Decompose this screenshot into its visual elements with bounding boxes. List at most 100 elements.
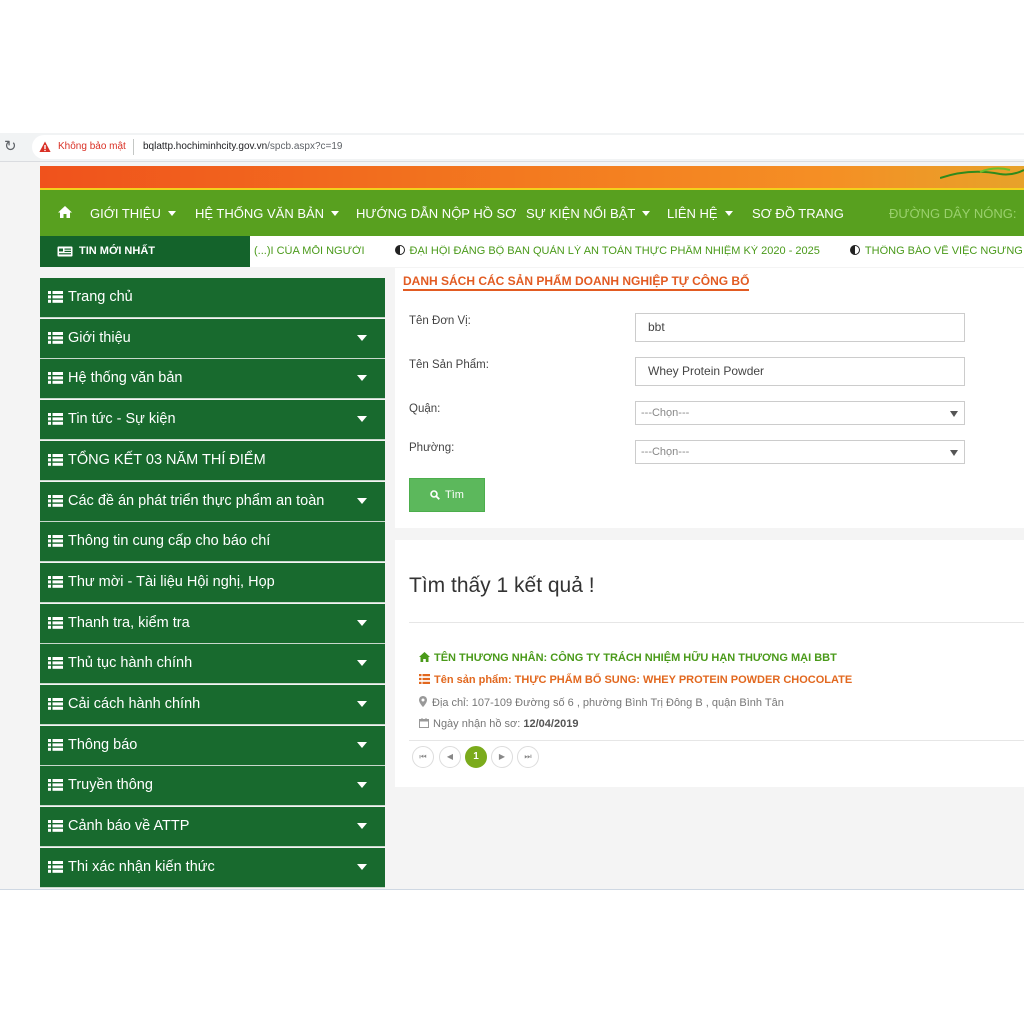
district-select[interactable]: ---Chọn---: [635, 401, 965, 425]
ticker-items: (...)I CỦA MỖI NGƯỜI ĐẠI HỘI ĐẢNG BỘ BAN …: [254, 245, 1024, 261]
ward-label: Phường:: [409, 442, 455, 454]
nav-gioi-thieu[interactable]: GIỚI THIỆU: [90, 206, 176, 222]
sidebar-item[interactable]: Truyền thông: [40, 766, 385, 807]
nav-su-kien-noi-bat[interactable]: SỰ KIỆN NỔI BẬT: [526, 206, 651, 222]
list-icon: [48, 413, 63, 425]
nav-lien-he[interactable]: LIÊN HỆ: [667, 206, 733, 222]
nav-label: SƠ ĐỒ TRANG: [752, 206, 844, 221]
warning-icon[interactable]: [39, 141, 51, 153]
chevron-down-icon: [357, 660, 367, 667]
chevron-down-icon: [357, 782, 367, 789]
nav-he-thong-van-ban[interactable]: HỆ THỐNG VĂN BẢN: [195, 206, 340, 222]
list-icon: [48, 657, 63, 670]
list-icon: [48, 535, 63, 547]
last-page-button[interactable]: ⏭: [517, 746, 539, 768]
chevron-down-icon: [357, 497, 367, 504]
sidebar-item-label: Trang chủ: [68, 289, 133, 305]
list-icon: [48, 698, 63, 710]
sidebar-item[interactable]: Cảnh báo về ATTP: [40, 807, 385, 848]
chevron-down-icon: [357, 863, 367, 870]
list-icon: [48, 291, 63, 303]
chevron-down-icon: [357, 334, 367, 341]
chevron-down-icon: [642, 211, 651, 216]
chevron-down-icon: [724, 211, 733, 216]
sidebar-item[interactable]: Trang chủ: [40, 278, 385, 318]
sidebar-item[interactable]: Thông báo: [40, 725, 385, 766]
sidebar-item[interactable]: Cải cách hành chính: [40, 685, 385, 725]
sidebar-item[interactable]: Thư mời - Tài liệu Hội nghị, Họp: [40, 562, 385, 603]
page-bottom-edge: [0, 889, 1024, 890]
url-host: bqlattp.hochiminhcity.gov.vn: [143, 141, 268, 152]
search-icon: [430, 490, 440, 500]
list-icon: [48, 820, 63, 832]
sidebar-item[interactable]: TỔNG KẾT 03 NĂM THÍ ĐIỂM: [40, 440, 385, 481]
ward-select-value: ---Chọn---: [641, 446, 690, 458]
result-merchant[interactable]: TÊN THƯƠNG NHÂN: CÔNG TY TRÁCH NHIỆM HỮU…: [419, 652, 837, 665]
received-date: 12/04/2019: [523, 718, 579, 730]
news-ticker: TIN MỚI NHẤT (...)I CỦA MỖI NGƯỜI ĐẠI HỘI…: [40, 236, 1024, 267]
main-navigation: GIỚI THIỆU HỆ THỐNG VĂN BẢN HƯỚNG DẪN NỘ…: [40, 188, 1024, 236]
sidebar-item-label: Hệ thống văn bản: [68, 370, 183, 387]
chevron-down-icon: [950, 450, 958, 456]
nav-label: GIỚI THIỆU: [90, 206, 161, 221]
reload-icon[interactable]: ↻: [4, 139, 20, 155]
prev-page-button[interactable]: ◀: [439, 746, 461, 768]
list-icon: [48, 453, 63, 466]
result-product[interactable]: Tên sản phẩm: THỰC PHẨM BỔ SUNG: WHEY PR…: [419, 674, 852, 687]
ticker-item-text: THÔNG BÁO VỀ VIỆC NGƯNG: [864, 245, 1023, 257]
list-icon: [419, 674, 430, 684]
page-1-button[interactable]: 1: [465, 746, 487, 768]
ticker-item[interactable]: (...)I CỦA MỖI NGƯỜI: [254, 245, 365, 257]
results-panel: Tìm thấy 1 kết quả ! TÊN THƯƠNG NHÂN: CÔ…: [395, 540, 1024, 787]
sidebar-item-label: Tin tức - Sự kiện: [68, 411, 176, 428]
sidebar-item-label: Cảnh báo về ATTP: [68, 818, 190, 835]
list-icon: [48, 779, 63, 792]
nav-label: SỰ KIỆN NỔI BẬT: [526, 206, 636, 221]
half-circle-icon: [394, 245, 405, 255]
sidebar-item[interactable]: Các đề án phát triển thực phẩm an toàn: [40, 481, 385, 522]
nav-label: HỆ THỐNG VĂN BẢN: [195, 206, 325, 221]
divider: [409, 740, 1024, 741]
ticker-item[interactable]: THÔNG BÁO VỀ VIỆC NGƯNG: [849, 245, 1023, 257]
list-icon: [48, 331, 63, 344]
sidebar-item-label: TỔNG KẾT 03 NĂM THÍ ĐIỂM: [68, 451, 266, 468]
nav-huong-dan-nop-ho-so[interactable]: HƯỚNG DẪN NỘP HỒ SƠ: [356, 206, 516, 222]
unit-name-input[interactable]: bbt: [635, 313, 965, 342]
sidebar-item-label: Thư mời - Tài liệu Hội nghị, Họp: [68, 573, 275, 590]
product-label: Tên Sản Phẩm:: [409, 359, 489, 371]
sidebar-item[interactable]: Thanh tra, kiểm tra: [40, 603, 385, 644]
home-icon: [419, 652, 430, 662]
results-count-title: Tìm thấy 1 kết quả !: [409, 574, 595, 597]
page-title: DANH SÁCH CÁC SẢN PHẨM DOANH NGHIỆP TỰ C…: [403, 274, 750, 291]
first-page-icon: ⏮: [419, 752, 427, 761]
ticker-label-box: TIN MỚI NHẤT: [40, 236, 250, 267]
sidebar-menu: Trang chủ Giới thiệu Hệ thống văn bản Tin t…: [40, 278, 385, 890]
search-button[interactable]: Tìm: [409, 478, 485, 512]
product-name-input[interactable]: Whey Protein Powder: [635, 357, 965, 386]
sidebar-item[interactable]: Hệ thống văn bản: [40, 359, 385, 400]
sidebar-item[interactable]: Thi xác nhận kiến thức: [40, 847, 385, 888]
newspaper-icon: [57, 246, 73, 257]
chevron-down-icon: [357, 823, 367, 830]
url-text[interactable]: bqlattp.hochiminhcity.gov.vn/spcb.aspx?c…: [143, 141, 342, 153]
chevron-down-icon: [357, 741, 367, 748]
nav-so-do-trang[interactable]: SƠ ĐỒ TRANG: [752, 206, 844, 222]
next-page-button[interactable]: ▶: [491, 746, 513, 768]
chevron-down-icon: [357, 375, 367, 382]
sidebar-item-label: Thanh tra, kiểm tra: [68, 614, 190, 631]
ward-select[interactable]: ---Chọn---: [635, 440, 965, 464]
home-icon[interactable]: [58, 205, 72, 219]
ticker-title: TIN MỚI NHẤT: [79, 245, 155, 257]
last-page-icon: ⏭: [524, 752, 532, 761]
sidebar-item[interactable]: Thông tin cung cấp cho báo chí: [40, 522, 385, 563]
security-status[interactable]: Không bảo mật: [58, 141, 126, 153]
ticker-item[interactable]: ĐẠI HỘI ĐẢNG BỘ BAN QUẢN LÝ AN TOÀN THỰC…: [394, 245, 820, 257]
district-label: Quận:: [409, 403, 441, 415]
calendar-icon: [419, 718, 429, 728]
sidebar-item[interactable]: Thủ tục hành chính: [40, 644, 385, 685]
sidebar-item[interactable]: Tin tức - Sự kiện: [40, 400, 385, 441]
district-select-value: ---Chọn---: [641, 407, 690, 419]
nav-label: LIÊN HỆ: [667, 206, 718, 221]
first-page-button[interactable]: ⏮: [412, 746, 434, 768]
sidebar-item[interactable]: Giới thiệu: [40, 318, 385, 359]
